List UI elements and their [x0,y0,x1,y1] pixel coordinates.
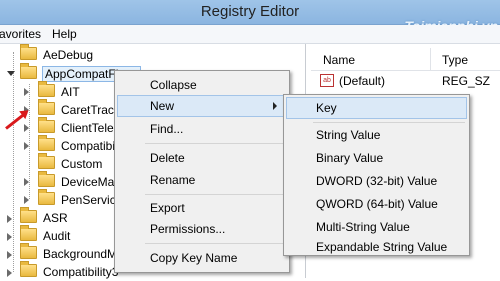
menu-help[interactable]: Help [52,27,77,41]
expand-arrow-icon[interactable] [7,251,12,259]
expand-arrow-icon[interactable] [7,215,12,223]
column-name-header[interactable]: Name [323,53,355,67]
submenu-item-string-value[interactable]: String Value [316,128,380,142]
menu-bar: avorites Help [0,25,500,44]
menu-item-rename[interactable]: Rename [150,173,195,187]
tree-item-clienttelemetry[interactable]: ClientTeler [38,117,118,137]
column-divider[interactable] [430,48,431,70]
menu-item-permissions[interactable]: Permissions... [150,222,225,236]
string-value-icon: ab [320,74,334,87]
value-type: REG_SZ [442,74,491,88]
submenu-item-key[interactable]: Key [316,101,337,115]
folder-icon [20,44,37,60]
list-row[interactable]: ab (Default) REG_SZ [311,72,500,89]
tree-guide-line [29,84,30,199]
submenu-item-binary-value[interactable]: Binary Value [316,151,383,165]
tree-guide-line [13,52,14,272]
submenu-item-expandable-string-value[interactable]: Expandable String Value [316,240,447,254]
folder-icon [38,99,55,115]
folder-icon [38,135,55,151]
submenu-item-multi-string-value[interactable]: Multi-String Value [316,220,410,234]
submenu-item-dword-value[interactable]: DWORD (32-bit) Value [316,174,437,188]
tree-item-backgroundmodel[interactable]: BackgroundM [20,243,117,263]
expand-arrow-icon[interactable] [7,233,12,241]
menu-favorites[interactable]: avorites [0,27,41,41]
tree-item-penservice[interactable]: PenService [38,189,122,209]
folder-icon [20,243,37,259]
expand-arrow-icon[interactable] [24,178,29,186]
expand-arrow-icon[interactable] [7,269,12,277]
tree-item-devicemap[interactable]: DeviceMap [38,171,121,191]
submenu-item-key-highlight[interactable] [286,97,467,119]
expand-arrow-icon[interactable] [24,142,29,150]
menu-separator [145,243,285,244]
column-type-header[interactable]: Type [442,53,468,67]
menu-separator [145,194,285,195]
tree-item-custom[interactable]: Custom [38,153,102,173]
folder-icon [20,261,37,277]
tree-item-compatibility32[interactable]: Compatibility3 [20,261,118,281]
menu-item-find[interactable]: Find... [150,122,183,136]
value-name: (Default) [339,74,386,88]
submenu-item-qword-value[interactable]: QWORD (64-bit) Value [316,197,438,211]
menu-item-collapse[interactable]: Collapse [150,78,197,92]
collapse-arrow-icon[interactable] [7,71,15,76]
menu-item-new[interactable]: New [150,99,174,113]
expand-arrow-icon[interactable] [24,88,29,96]
menu-item-delete[interactable]: Delete [150,151,185,165]
folder-icon [38,171,55,187]
submenu-arrow-icon [273,102,277,110]
menu-item-copy-key-name[interactable]: Copy Key Name [150,251,237,265]
folder-icon [38,189,55,205]
tree-item-aedebug[interactable]: AeDebug [20,44,93,64]
folder-icon [20,63,37,79]
context-menu: Collapse New Find... Delete Rename Expor… [114,70,290,273]
folder-icon [38,153,55,169]
menu-separator [313,122,465,123]
folder-icon [20,225,37,241]
folder-icon [38,81,55,97]
menu-item-new-highlight[interactable] [117,95,287,117]
expand-arrow-icon[interactable] [24,196,29,204]
tree-item-compatibility[interactable]: Compatibili [38,135,120,155]
expand-arrow-icon[interactable] [24,124,29,132]
menu-item-export[interactable]: Export [150,201,185,215]
folder-icon [20,207,37,223]
menu-separator [145,143,285,144]
folder-icon [38,117,55,133]
new-submenu: Key String Value Binary Value DWORD (32-… [283,94,470,256]
tree-item-carettrack[interactable]: CaretTrack [38,99,120,119]
title-bar: Registry Editor Taimienphi.vn [0,0,500,34]
list-header: Name Type [311,48,500,71]
